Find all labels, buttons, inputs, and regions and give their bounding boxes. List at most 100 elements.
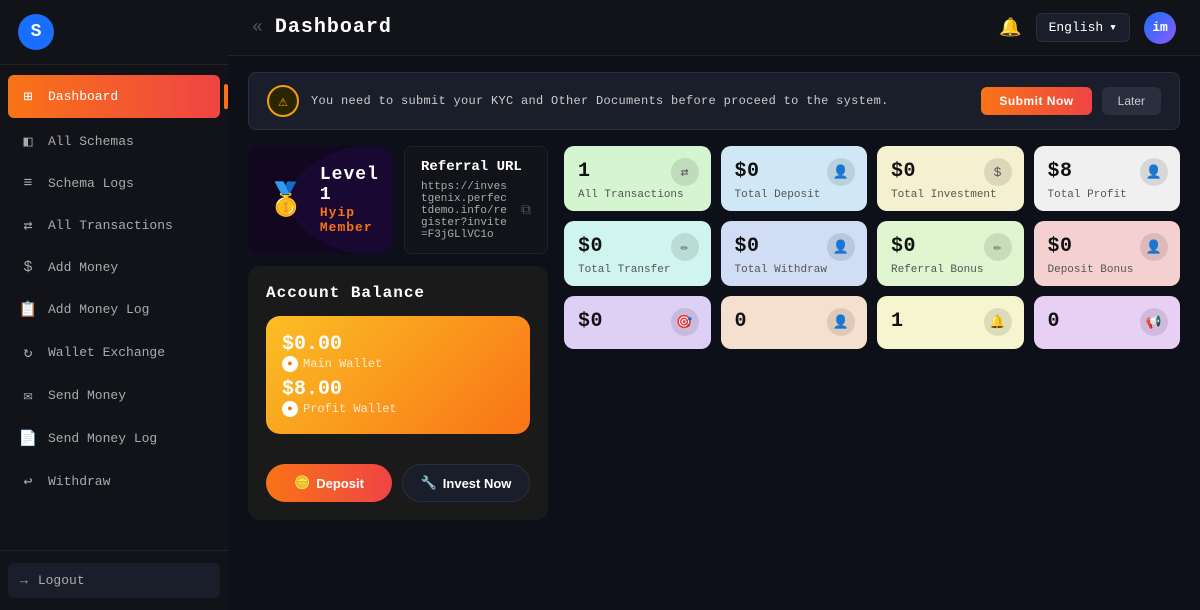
language-selector[interactable]: English ▾ (1036, 13, 1130, 42)
kyc-message: You need to submit your KYC and Other Do… (311, 94, 889, 108)
logout-label: Logout (38, 573, 85, 588)
sidebar-item-label: All Transactions (48, 218, 173, 233)
notification-bell-icon[interactable]: 🔔 (999, 17, 1021, 39)
main-wallet-section: $0.00 ● Main Wallet (282, 333, 514, 372)
balance-actions: 🪙 Deposit 🔧 Invest Now (266, 464, 530, 502)
schema-logs-icon: ≡ (18, 175, 38, 192)
target-stat-icon: 🎯 (671, 308, 699, 336)
profit-wallet-section: $8.00 ● Profit Wallet (282, 378, 514, 417)
sidebar-item-label: Schema Logs (48, 176, 134, 191)
main-wallet-label: ● Main Wallet (282, 356, 514, 372)
kyc-left: ⚠ You need to submit your KYC and Other … (267, 85, 889, 117)
level-card: 🥇 Level 1 Hyip Member (248, 146, 392, 254)
avatar[interactable]: im (1144, 12, 1176, 44)
stat-label: Total Profit (1048, 189, 1167, 201)
wallet-card-main: $0.00 ● Main Wallet $8.00 ● Pro (266, 316, 530, 434)
send-money-log-icon: 📄 (18, 429, 38, 448)
copy-icon[interactable]: ⧉ (521, 203, 531, 219)
profit-coin-icon: ● (282, 401, 298, 417)
stat-label: Deposit Bonus (1048, 264, 1167, 276)
submit-now-button[interactable]: Submit Now (981, 87, 1091, 115)
sidebar-item-withdraw[interactable]: ↩ Withdraw (0, 460, 228, 503)
sidebar-item-schema-logs[interactable]: ≡ Schema Logs (0, 163, 228, 204)
stat-total-transfer: ✏ $0 Total Transfer (564, 221, 711, 286)
kyc-actions: Submit Now Later (981, 87, 1161, 115)
nav-arrows-icon[interactable]: « (252, 18, 263, 38)
language-label: English (1049, 20, 1104, 35)
sidebar-item-dashboard[interactable]: ⊞ Dashboard (8, 75, 220, 118)
stats-row-3: 🎯 $0 👤 0 🔔 1 📢 (564, 296, 1180, 349)
sidebar-item-send-money[interactable]: ✉ Send Money (0, 374, 228, 417)
sidebar-item-add-money[interactable]: $ Add Money (0, 247, 228, 288)
left-panel: 🥇 Level 1 Hyip Member Referral URL https… (248, 146, 548, 520)
level-title: Level 1 (320, 165, 379, 205)
referral-bonus-stat-icon: ✏ (984, 233, 1012, 261)
transactions-stat-icon: ⇄ (671, 158, 699, 186)
invest-now-button[interactable]: 🔧 Invest Now (402, 464, 530, 502)
sidebar-item-label: Wallet Exchange (48, 345, 165, 360)
transfer-stat-icon: ✏ (671, 233, 699, 261)
later-button[interactable]: Later (1102, 87, 1161, 115)
logout-icon: → (20, 573, 28, 588)
deposit-button[interactable]: 🪙 Deposit (266, 464, 392, 502)
stat-total-investment: $ $0 Total Investment (877, 146, 1024, 211)
balance-card: Account Balance $0.00 ● Main Wallet (248, 266, 548, 520)
add-money-log-icon: 📋 (18, 300, 38, 319)
stat-referral-bonus: ✏ $0 Referral Bonus (877, 221, 1024, 286)
main-content: « Dashboard 🔔 English ▾ im ⚠ You need to… (228, 0, 1200, 610)
profit-stat-icon: 👤 (1140, 158, 1168, 186)
header: « Dashboard 🔔 English ▾ im (228, 0, 1200, 56)
sidebar-item-label: Dashboard (48, 89, 118, 104)
sidebar-item-label: Add Money (48, 260, 118, 275)
sidebar-item-label: Send Money (48, 388, 126, 403)
sidebar-item-all-transactions[interactable]: ⇄ All Transactions (0, 204, 228, 247)
level-subtitle: Hyip Member (320, 205, 379, 235)
add-money-icon: $ (18, 259, 38, 276)
stat-total-profit: 👤 $8 Total Profit (1034, 146, 1181, 211)
sidebar-item-label: Withdraw (48, 474, 110, 489)
sidebar-logo: S (0, 0, 228, 65)
stat-all-transactions: ⇄ 1 All Transactions (564, 146, 711, 211)
sidebar-bottom: → Logout (0, 550, 228, 610)
sidebar-item-wallet-exchange[interactable]: ↻ Wallet Exchange (0, 331, 228, 374)
sidebar-item-all-schemas[interactable]: ◧ All Schemas (0, 120, 228, 163)
wallet-stacked: $0.00 ● Main Wallet $8.00 ● Pro (266, 316, 530, 446)
sidebar-nav: ⊞ Dashboard ◧ All Schemas ≡ Schema Logs … (0, 65, 228, 550)
stat-row3-3: 📢 0 (1034, 296, 1181, 349)
investment-stat-icon: $ (984, 158, 1012, 186)
logout-button[interactable]: → Logout (8, 563, 220, 598)
level-referral-row: 🥇 Level 1 Hyip Member Referral URL https… (248, 146, 548, 254)
invest-icon: 🔧 (421, 475, 437, 491)
referral-section: Referral URL https://investgenix.perfect… (404, 146, 548, 254)
profit-wallet-amount: $8.00 (282, 378, 514, 401)
sidebar-item-send-money-log[interactable]: 📄 Send Money Log (0, 417, 228, 460)
referral-url-text: https://investgenix.perfectdemo.info/reg… (421, 181, 513, 241)
header-right: 🔔 English ▾ im (999, 12, 1176, 44)
kyc-banner: ⚠ You need to submit your KYC and Other … (248, 72, 1180, 130)
stat-label: Total Transfer (578, 264, 697, 276)
megaphone-stat-icon: 📢 (1140, 308, 1168, 336)
dashboard-icon: ⊞ (18, 87, 38, 106)
level-info: Level 1 Hyip Member (320, 165, 379, 235)
dashboard-grid: 🥇 Level 1 Hyip Member Referral URL https… (248, 146, 1180, 520)
stat-total-withdraw: 👤 $0 Total Withdraw (721, 221, 868, 286)
stat-label: Referral Bonus (891, 264, 1010, 276)
send-money-icon: ✉ (18, 386, 38, 405)
referral-url-row: https://investgenix.perfectdemo.info/reg… (421, 181, 531, 241)
wallet-exchange-icon: ↻ (18, 343, 38, 362)
stat-total-deposit: 👤 $0 Total Deposit (721, 146, 868, 211)
withdraw-icon: ↩ (18, 472, 38, 491)
medal-icon: 🥇 (266, 180, 306, 220)
stats-row-2: ✏ $0 Total Transfer 👤 $0 Total Withdraw … (564, 221, 1180, 286)
referral-title: Referral URL (421, 159, 531, 175)
stat-label: All Transactions (578, 189, 697, 201)
main-coin-icon: ● (282, 356, 298, 372)
deposit-stat-icon: 👤 (827, 158, 855, 186)
sidebar-item-label: All Schemas (48, 134, 134, 149)
withdraw-stat-icon: 👤 (827, 233, 855, 261)
profit-wallet-label: ● Profit Wallet (282, 401, 514, 417)
logo-icon: S (18, 14, 54, 50)
sidebar: S ⊞ Dashboard ◧ All Schemas ≡ Schema Log… (0, 0, 228, 610)
bell-stat-icon: 🔔 (984, 308, 1012, 336)
sidebar-item-add-money-log[interactable]: 📋 Add Money Log (0, 288, 228, 331)
